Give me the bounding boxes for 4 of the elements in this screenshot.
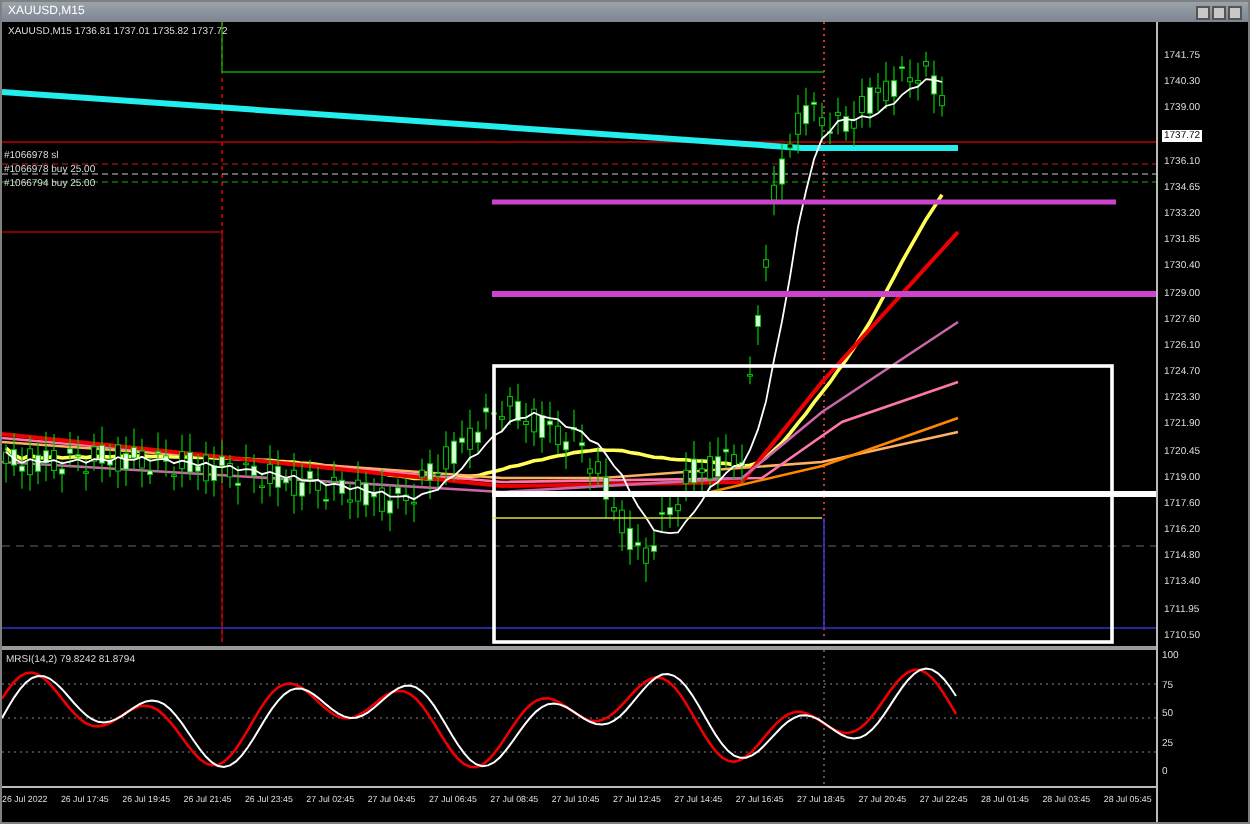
minimize-button[interactable] [1196, 5, 1210, 19]
vertical-line [823, 517, 825, 629]
maximize-button[interactable] [1212, 5, 1226, 19]
close-button[interactable] [1228, 5, 1242, 19]
